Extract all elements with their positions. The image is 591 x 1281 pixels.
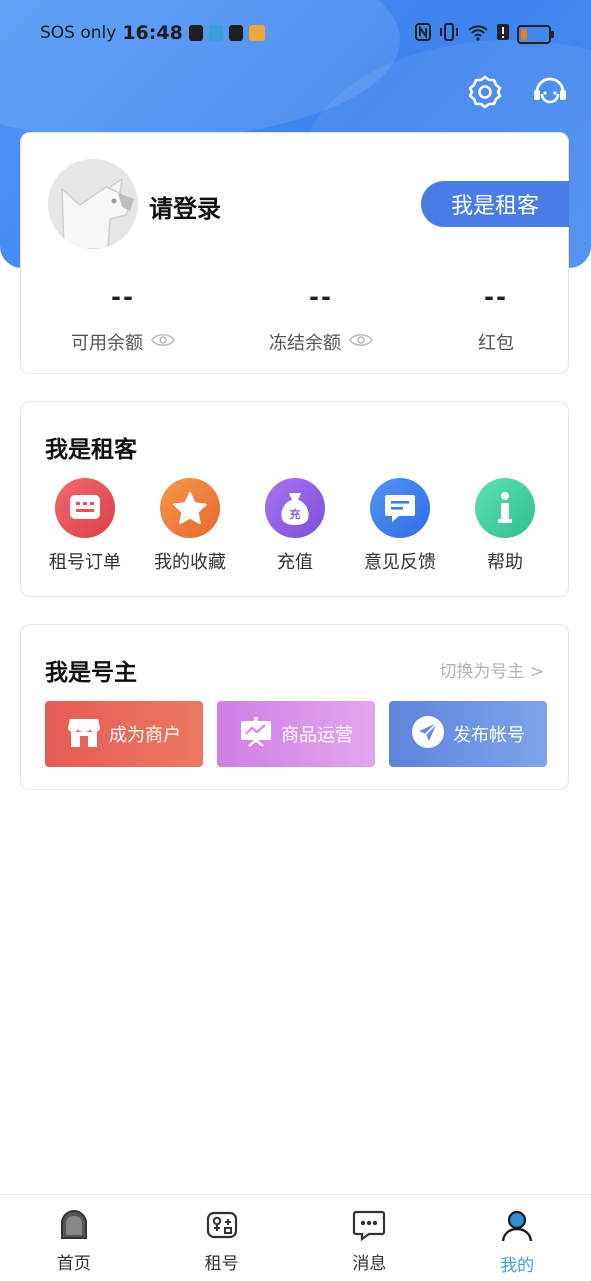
menu-item-favorites[interactable]: 我的收藏 [140,478,240,574]
shop-icon [67,716,101,753]
available-balance: -- 可用余额 [43,283,203,355]
menu-label: 租号订单 [49,552,121,573]
eye-icon[interactable] [349,332,373,353]
balance-value: -- [111,283,135,311]
message-icon [352,1209,386,1245]
menu-label: 帮助 [487,552,523,573]
star-icon [160,478,220,538]
tenant-section: 我是租客 租号订单 我的收藏 充 充值 意见反馈 帮助 [20,401,569,597]
tab-label: 我的 [500,1256,535,1276]
tab-mine[interactable]: 我的 [457,1195,577,1281]
tab-label: 租号 [204,1254,239,1274]
profile-icon [500,1209,534,1247]
avatar[interactable] [48,159,138,249]
customer-service-icon[interactable] [531,74,569,110]
menu-label: 充值 [277,552,313,573]
menu-item-help[interactable]: 帮助 [455,478,555,574]
alert-icon [497,23,509,46]
balance-label: 可用余额 [71,333,143,354]
button-label: 发布帐号 [453,725,525,746]
balance-value: -- [309,283,333,311]
tab-rent[interactable]: 租号 [162,1195,282,1281]
send-icon [411,715,445,754]
balance-label: 冻结余额 [269,333,341,354]
vibrate-icon [439,23,459,46]
tab-messages[interactable]: 消息 [309,1195,429,1281]
clock: 16:48 [122,22,183,44]
balance-label: 红包 [478,333,514,354]
notification-icon [188,25,203,41]
tab-label: 消息 [352,1254,387,1274]
button-label: 商品运营 [281,725,353,746]
feedback-icon [370,478,430,538]
balance-value: -- [484,283,508,311]
bottom-tab-bar: 首页 租号 消息 我的 [0,1194,591,1281]
role-switch-button[interactable]: 我是租客 [421,181,569,227]
home-icon [58,1209,90,1245]
owner-section: 我是号主 切换为号主 > 成为商户 商品运营 发布帐号 [20,624,569,790]
menu-item-recharge[interactable]: 充 充值 [245,478,345,574]
gamepad-icon [206,1209,238,1245]
publish-account-button[interactable]: 发布帐号 [389,701,547,767]
section-title: 我是租客 [45,437,137,463]
app-badge-icon [248,25,265,41]
login-prompt[interactable]: 请登录 [149,189,221,224]
nfc-icon [415,23,431,46]
app-notification-icon [208,25,223,41]
menu-item-feedback[interactable]: 意见反馈 [350,478,450,574]
red-packet-balance[interactable]: -- 红包 [416,283,576,355]
product-operation-button[interactable]: 商品运营 [217,701,375,767]
svg-text:充: 充 [290,507,301,521]
presentation-icon [239,716,273,753]
menu-item-rental-orders[interactable]: 租号订单 [35,478,135,574]
eye-icon[interactable] [151,332,175,353]
tab-label: 首页 [56,1254,91,1274]
menu-label: 意见反馈 [364,552,436,573]
status-bar: SOS only 16:48 [0,18,591,48]
become-merchant-button[interactable]: 成为商户 [45,701,203,767]
switch-to-owner-link[interactable]: 切换为号主 > [439,657,544,682]
wifi-icon [467,23,489,46]
menu-label: 我的收藏 [154,552,226,573]
money-bag-icon: 充 [265,478,325,538]
info-icon [475,478,535,538]
section-title: 我是号主 [45,660,137,686]
carrier-text: SOS only [40,23,117,43]
tab-home[interactable]: 首页 [14,1195,134,1281]
user-card: 请登录 我是租客 -- 可用余额 -- 冻结余额 -- 红包 [20,132,569,374]
gear-icon[interactable] [467,74,503,110]
upload-icon [228,25,243,41]
button-label: 成为商户 [109,725,181,746]
frozen-balance: -- 冻结余额 [241,283,401,355]
battery-icon [517,25,554,44]
order-icon [55,478,115,538]
